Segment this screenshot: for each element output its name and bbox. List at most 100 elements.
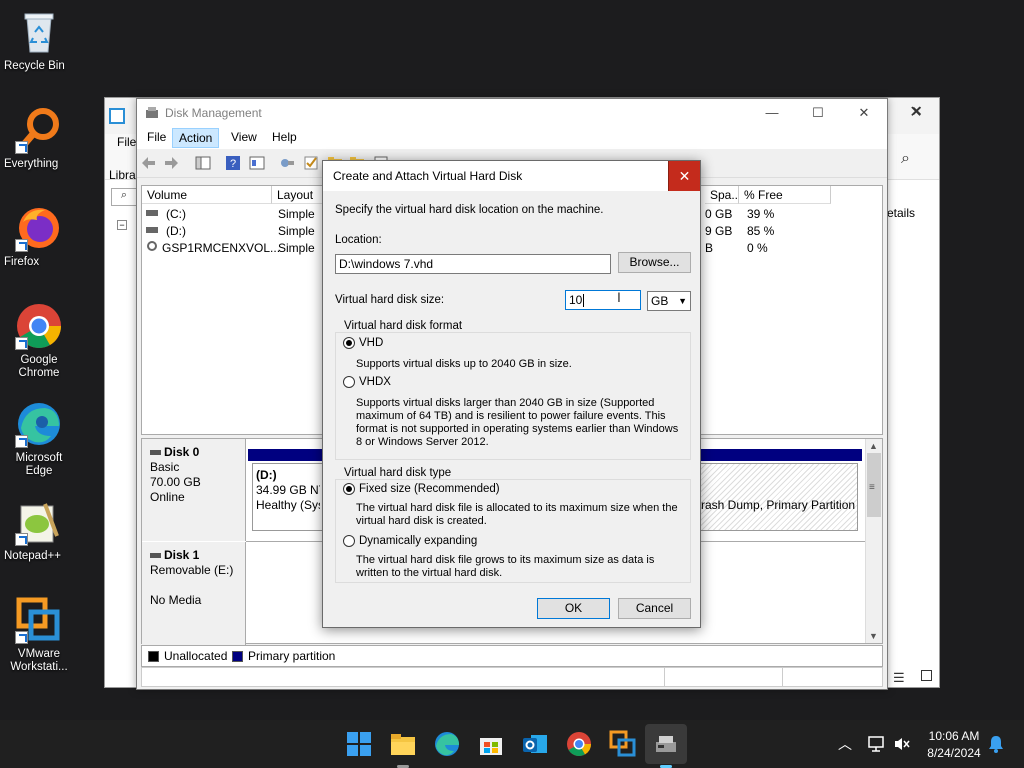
details-view-icon[interactable]: ☰ <box>893 670 905 686</box>
volume-layout: Simple <box>278 241 315 255</box>
desktop-icon-vmware[interactable]: VMware Workstati... <box>4 596 74 673</box>
check-icon[interactable] <box>303 155 319 171</box>
app-icon <box>109 108 125 124</box>
partition-name: (D:) <box>256 468 277 482</box>
clock-date[interactable]: 8/24/2024 <box>924 746 984 760</box>
vmware-taskbar-icon[interactable] <box>609 730 637 758</box>
back-arrow-icon[interactable] <box>141 155 157 171</box>
text-caret <box>583 294 585 308</box>
dynamic-description: The virtual hard disk file grows to its … <box>356 554 655 579</box>
column-header-space[interactable]: Spa... <box>705 186 741 204</box>
volume-name: (D:) <box>166 224 186 238</box>
file-explorer-icon[interactable] <box>389 730 417 758</box>
chevron-up-icon[interactable]: ︿ <box>838 734 852 754</box>
disk-0-name: Disk 0 <box>164 445 200 459</box>
legend-primary-partition: Primary partition <box>248 649 336 663</box>
location-input[interactable]: D:\windows 7.vhd <box>335 254 611 274</box>
notification-bell-icon[interactable] <box>988 735 1004 753</box>
partition-right[interactable]: rash Dump, Primary Partition <box>700 463 858 531</box>
clock-time[interactable]: 10:06 AM <box>924 729 984 743</box>
desktop-icon-recycle-bin[interactable]: Recycle Bin <box>4 8 74 72</box>
vhd-label[interactable]: VHD <box>359 337 383 350</box>
dynamic-radio[interactable] <box>343 535 355 547</box>
window-title: Disk Management <box>165 106 262 120</box>
network-icon[interactable] <box>868 736 886 752</box>
browse-button[interactable]: Browse... <box>618 252 691 273</box>
size-unit-select[interactable]: GB ▼ <box>647 291 691 311</box>
desktop-icon-microsoft-edge[interactable]: Microsoft Edge <box>4 400 74 477</box>
column-header-layout[interactable]: Layout <box>272 186 328 204</box>
disk-pane-scrollbar[interactable]: ▲ ≡ ▼ <box>865 439 882 643</box>
size-input[interactable]: 10 <box>565 290 641 310</box>
drive-icon <box>146 210 158 216</box>
menu-file[interactable]: File <box>141 128 172 148</box>
volume-layout: Simple <box>278 224 315 238</box>
volume-muted-icon[interactable] <box>893 736 911 752</box>
rescan-disks-icon[interactable] <box>279 155 295 171</box>
menu-help[interactable]: Help <box>266 128 303 148</box>
dialog-intro-text: Specify the virtual hard disk location o… <box>335 204 604 216</box>
help-icon[interactable]: ? <box>225 155 241 171</box>
forward-arrow-icon[interactable] <box>163 155 179 171</box>
edge-taskbar-icon[interactable] <box>433 730 461 758</box>
disk-0-type: Basic <box>150 460 180 474</box>
partition-d[interactable]: (D:) 34.99 GB NT Healthy (Syst <box>252 463 324 531</box>
scroll-down-icon[interactable]: ▼ <box>869 631 878 641</box>
background-file-menu[interactable]: File <box>117 135 136 149</box>
desktop-icon-label: Firefox <box>4 256 40 268</box>
console-tree-icon[interactable] <box>195 155 211 171</box>
size-value: 10 <box>569 293 583 307</box>
column-header-percent-free[interactable]: % Free <box>739 186 831 204</box>
large-icons-view-icon[interactable] <box>921 670 932 681</box>
status-divider <box>782 668 783 686</box>
store-icon[interactable] <box>477 730 505 758</box>
fixed-size-radio[interactable] <box>343 483 355 495</box>
column-header-volume[interactable]: Volume <box>142 186 272 204</box>
shortcut-arrow-icon <box>15 435 28 448</box>
background-search-icon-right[interactable]: ⌕ <box>901 150 910 168</box>
minimize-button[interactable]: — <box>749 99 795 127</box>
volume-percent-free: 85 % <box>747 224 775 238</box>
chrome-taskbar-icon[interactable] <box>565 730 593 758</box>
tree-collapse-icon[interactable]: − <box>117 220 127 230</box>
scroll-up-icon[interactable]: ▲ <box>869 441 878 451</box>
close-button[interactable]: ✕ <box>841 99 887 127</box>
dialog-close-button[interactable]: ✕ <box>668 161 700 191</box>
volume-percent-free: 39 % <box>747 207 775 221</box>
size-label: Virtual hard disk size: <box>335 294 445 306</box>
volume-layout: Simple <box>278 207 315 221</box>
menu-view[interactable]: View <box>225 128 263 148</box>
disk-icon <box>150 450 161 456</box>
drive-icon <box>146 227 158 233</box>
start-windows-icon[interactable] <box>345 730 373 758</box>
vhdx-radio[interactable] <box>343 376 355 388</box>
vhd-radio[interactable] <box>343 337 355 349</box>
shortcut-arrow-icon <box>15 239 28 252</box>
partition-size: 34.99 GB NT <box>256 483 320 497</box>
disk-0-info[interactable]: Disk 0 Basic 70.00 GB Online <box>142 439 246 541</box>
maximize-button[interactable]: ☐ <box>795 99 841 127</box>
properties-icon[interactable] <box>249 155 265 171</box>
background-search-icon[interactable]: ⌕ <box>111 188 137 206</box>
vhdx-label[interactable]: VHDX <box>359 376 391 389</box>
menu-bar: File Action View Help <box>137 127 887 149</box>
desktop-icon-everything[interactable]: Everything <box>4 106 74 170</box>
ok-button[interactable]: OK <box>537 598 610 619</box>
menu-action[interactable]: Action <box>172 128 220 148</box>
partition-status: rash Dump, Primary Partition <box>701 498 856 512</box>
desktop-icon-google-chrome[interactable]: Google Chrome <box>4 302 74 379</box>
disk-1-info[interactable]: Disk 1 Removable (E:) No Media <box>142 542 246 645</box>
dynamic-label[interactable]: Dynamically expanding <box>359 535 477 548</box>
desktop-icon-firefox[interactable]: Firefox <box>4 204 74 268</box>
shortcut-arrow-icon <box>15 533 28 546</box>
background-details-text: etails <box>887 206 916 220</box>
outlook-icon[interactable] <box>521 730 549 758</box>
desktop-icon-notepad-plus-plus[interactable]: Notepad++ <box>4 498 74 562</box>
explorer-close-button[interactable]: ✕ <box>894 97 940 125</box>
svg-text:?: ? <box>230 158 236 170</box>
status-divider <box>664 668 665 686</box>
cancel-button[interactable]: Cancel <box>618 598 691 619</box>
disk-management-taskbar-icon[interactable] <box>652 730 680 758</box>
fixed-size-label[interactable]: Fixed size (Recommended) <box>359 483 500 496</box>
desktop-icon-label: Notepad++ <box>4 550 61 562</box>
